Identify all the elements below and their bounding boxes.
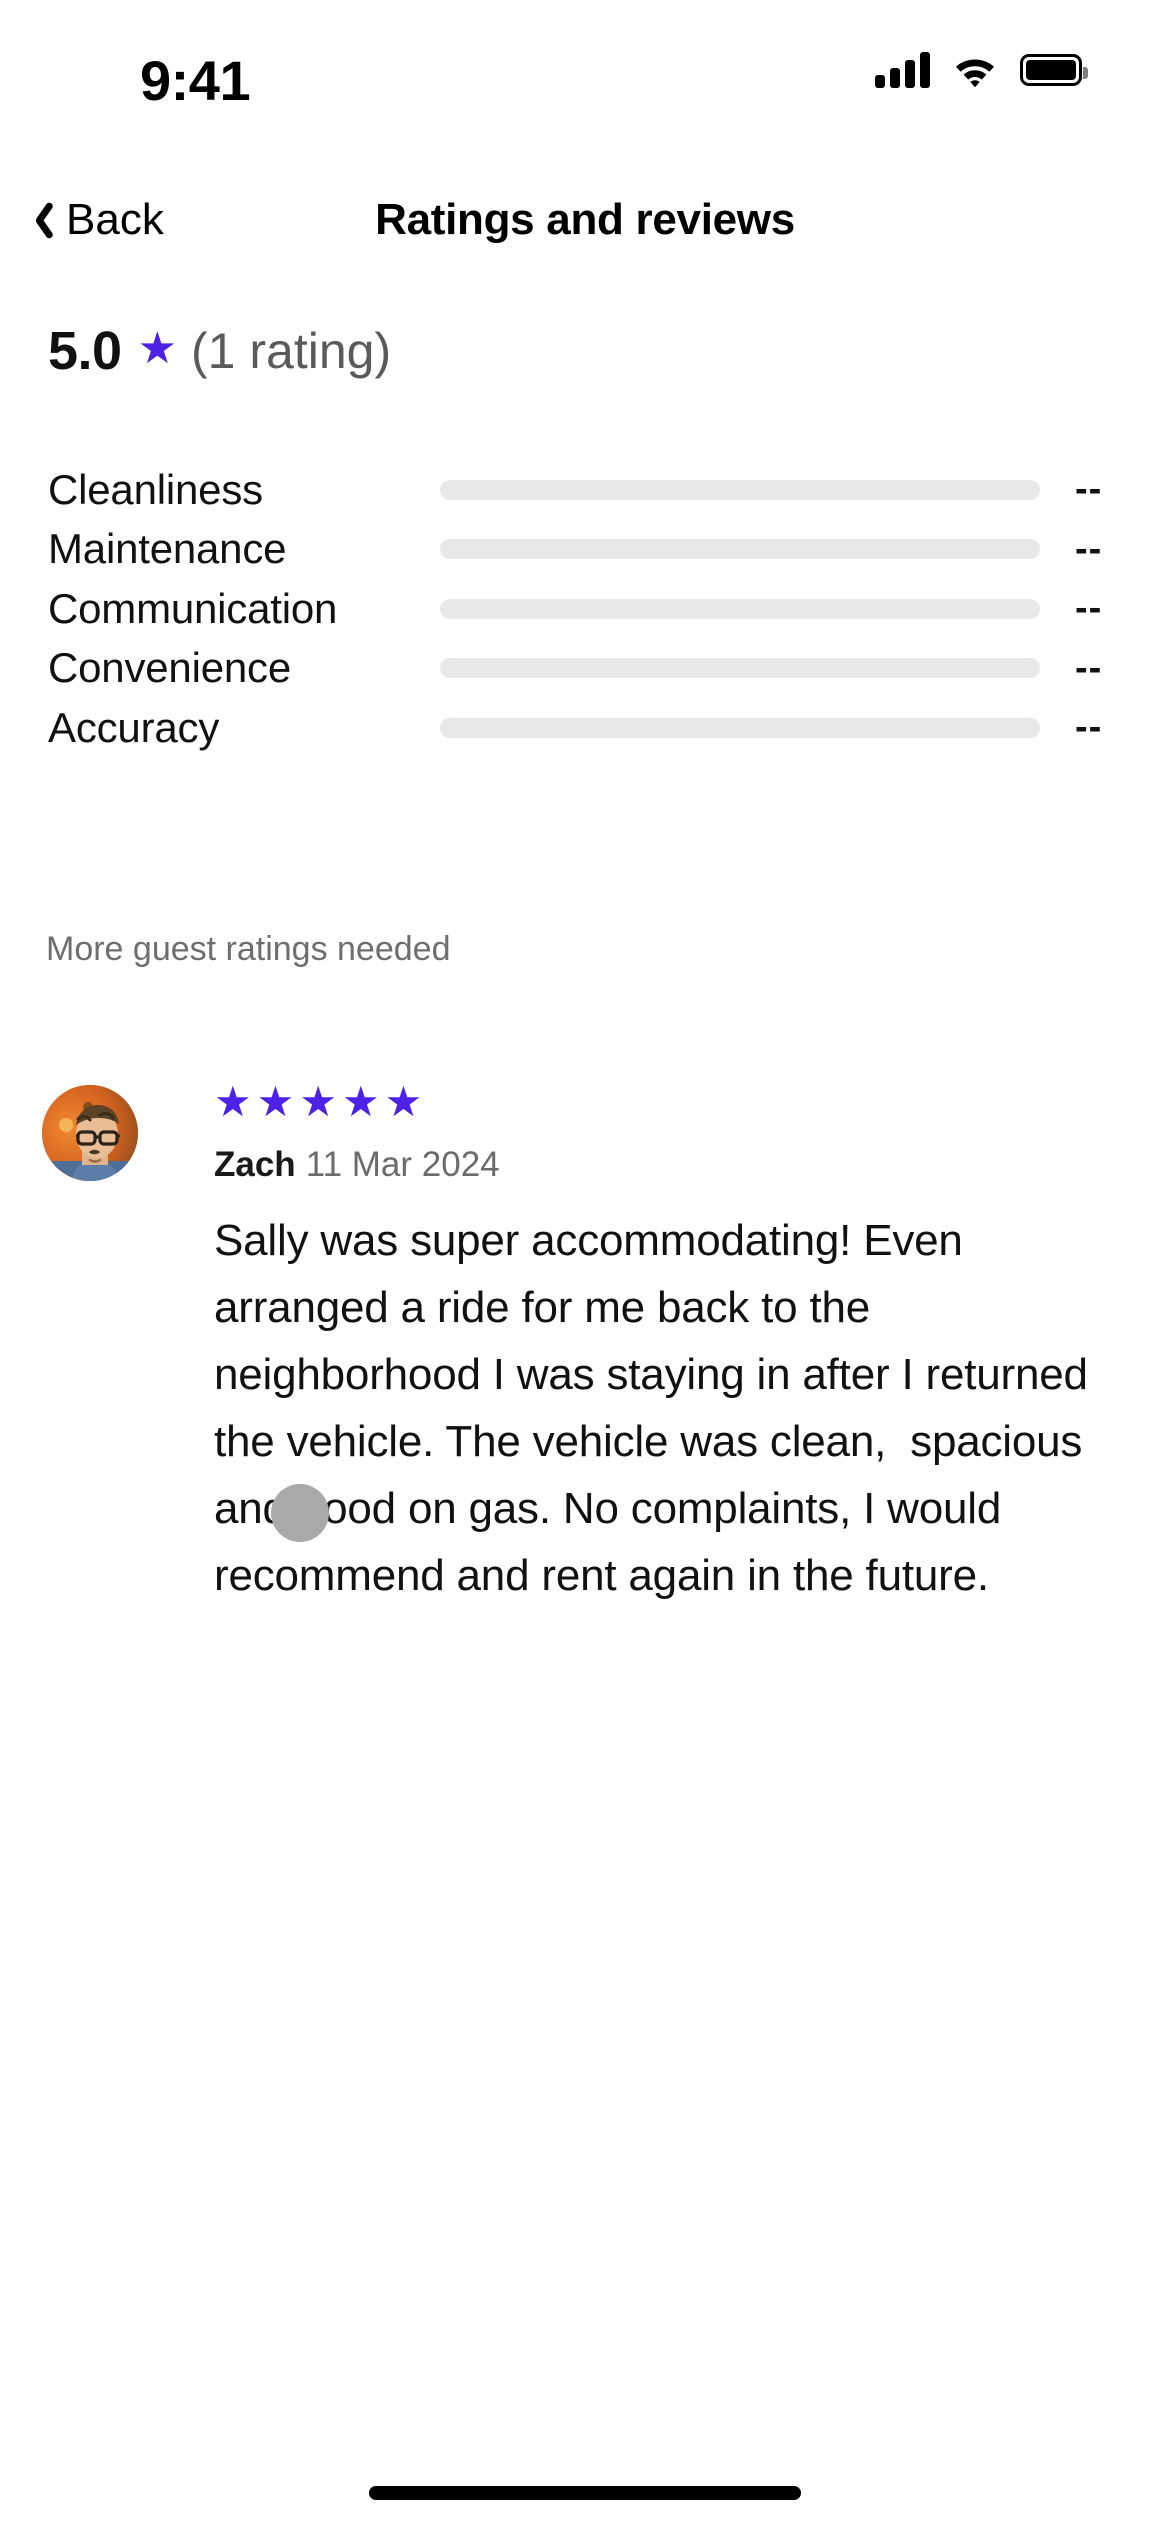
touch-point-indicator bbox=[271, 1484, 329, 1542]
cellular-signal-icon bbox=[875, 52, 930, 88]
rating-row: Communication -- bbox=[0, 579, 1170, 639]
overall-rating-score: 5.0 bbox=[48, 321, 122, 381]
rating-row: Accuracy -- bbox=[0, 698, 1170, 758]
page-title: Ratings and reviews bbox=[375, 195, 795, 244]
review-date: 11 Mar 2024 bbox=[305, 1145, 500, 1184]
rating-bar-track bbox=[440, 539, 1040, 560]
rating-category-label: Convenience bbox=[48, 644, 291, 692]
rating-value: -- bbox=[1075, 646, 1103, 689]
rating-row: Convenience -- bbox=[0, 639, 1170, 699]
reviewer-name: Zach bbox=[214, 1145, 296, 1184]
phone-screen: 9:41 Back Ratings and reviews 5.0 ★ (1 r… bbox=[0, 0, 1170, 2532]
review-meta: Zach 11 Mar 2024 bbox=[214, 1145, 1124, 1185]
navigation-header: Back Ratings and reviews bbox=[0, 170, 1170, 270]
rating-value: -- bbox=[1075, 527, 1103, 570]
status-bar: 9:41 bbox=[0, 0, 1170, 160]
battery-fill bbox=[1026, 60, 1076, 80]
rating-category-label: Maintenance bbox=[48, 525, 287, 573]
rating-category-label: Cleanliness bbox=[48, 465, 263, 513]
status-bar-time: 9:41 bbox=[140, 49, 251, 112]
rating-row: Cleanliness -- bbox=[0, 460, 1170, 520]
star-icon: ★ bbox=[341, 1078, 380, 1125]
rating-row: Maintenance -- bbox=[0, 520, 1170, 580]
review-text: Sally was super accommodating! Even arra… bbox=[214, 1216, 1100, 1600]
rating-value: -- bbox=[1075, 587, 1103, 630]
rating-value: -- bbox=[1075, 468, 1103, 511]
star-icon: ★ bbox=[299, 1078, 337, 1125]
status-bar-icons bbox=[875, 52, 1088, 88]
category-ratings-list: Cleanliness -- Maintenance -- Communication -… bbox=[0, 460, 1170, 758]
rating-category-label: Communication bbox=[48, 584, 338, 632]
home-indicator[interactable] bbox=[369, 2486, 801, 2500]
review-content: ★ ★ ★ ★ ★ Zach 11 Mar 2024 Sally was super ac… bbox=[214, 1075, 1124, 1609]
star-icon: ★ bbox=[384, 1078, 423, 1125]
star-icon: ★ bbox=[214, 1078, 252, 1125]
review-star-rating: ★ ★ ★ ★ ★ bbox=[214, 1081, 1124, 1123]
wifi-icon bbox=[952, 52, 998, 88]
rating-bar-track bbox=[440, 717, 1040, 738]
star-icon: ★ bbox=[137, 324, 178, 373]
rating-category-label: Accuracy bbox=[48, 703, 220, 751]
battery-full-icon bbox=[1020, 54, 1088, 86]
avatar bbox=[42, 1085, 138, 1181]
star-icon: ★ bbox=[256, 1078, 295, 1125]
overall-rating-count: (1 rating) bbox=[191, 323, 392, 379]
rating-bar-track bbox=[440, 658, 1040, 679]
overall-rating: 5.0 ★ (1 rating) bbox=[48, 320, 391, 382]
rating-bar-track bbox=[440, 479, 1040, 500]
rating-value: -- bbox=[1075, 706, 1103, 749]
ratings-note: More guest ratings needed bbox=[46, 930, 451, 968]
rating-bar-track bbox=[440, 598, 1040, 619]
